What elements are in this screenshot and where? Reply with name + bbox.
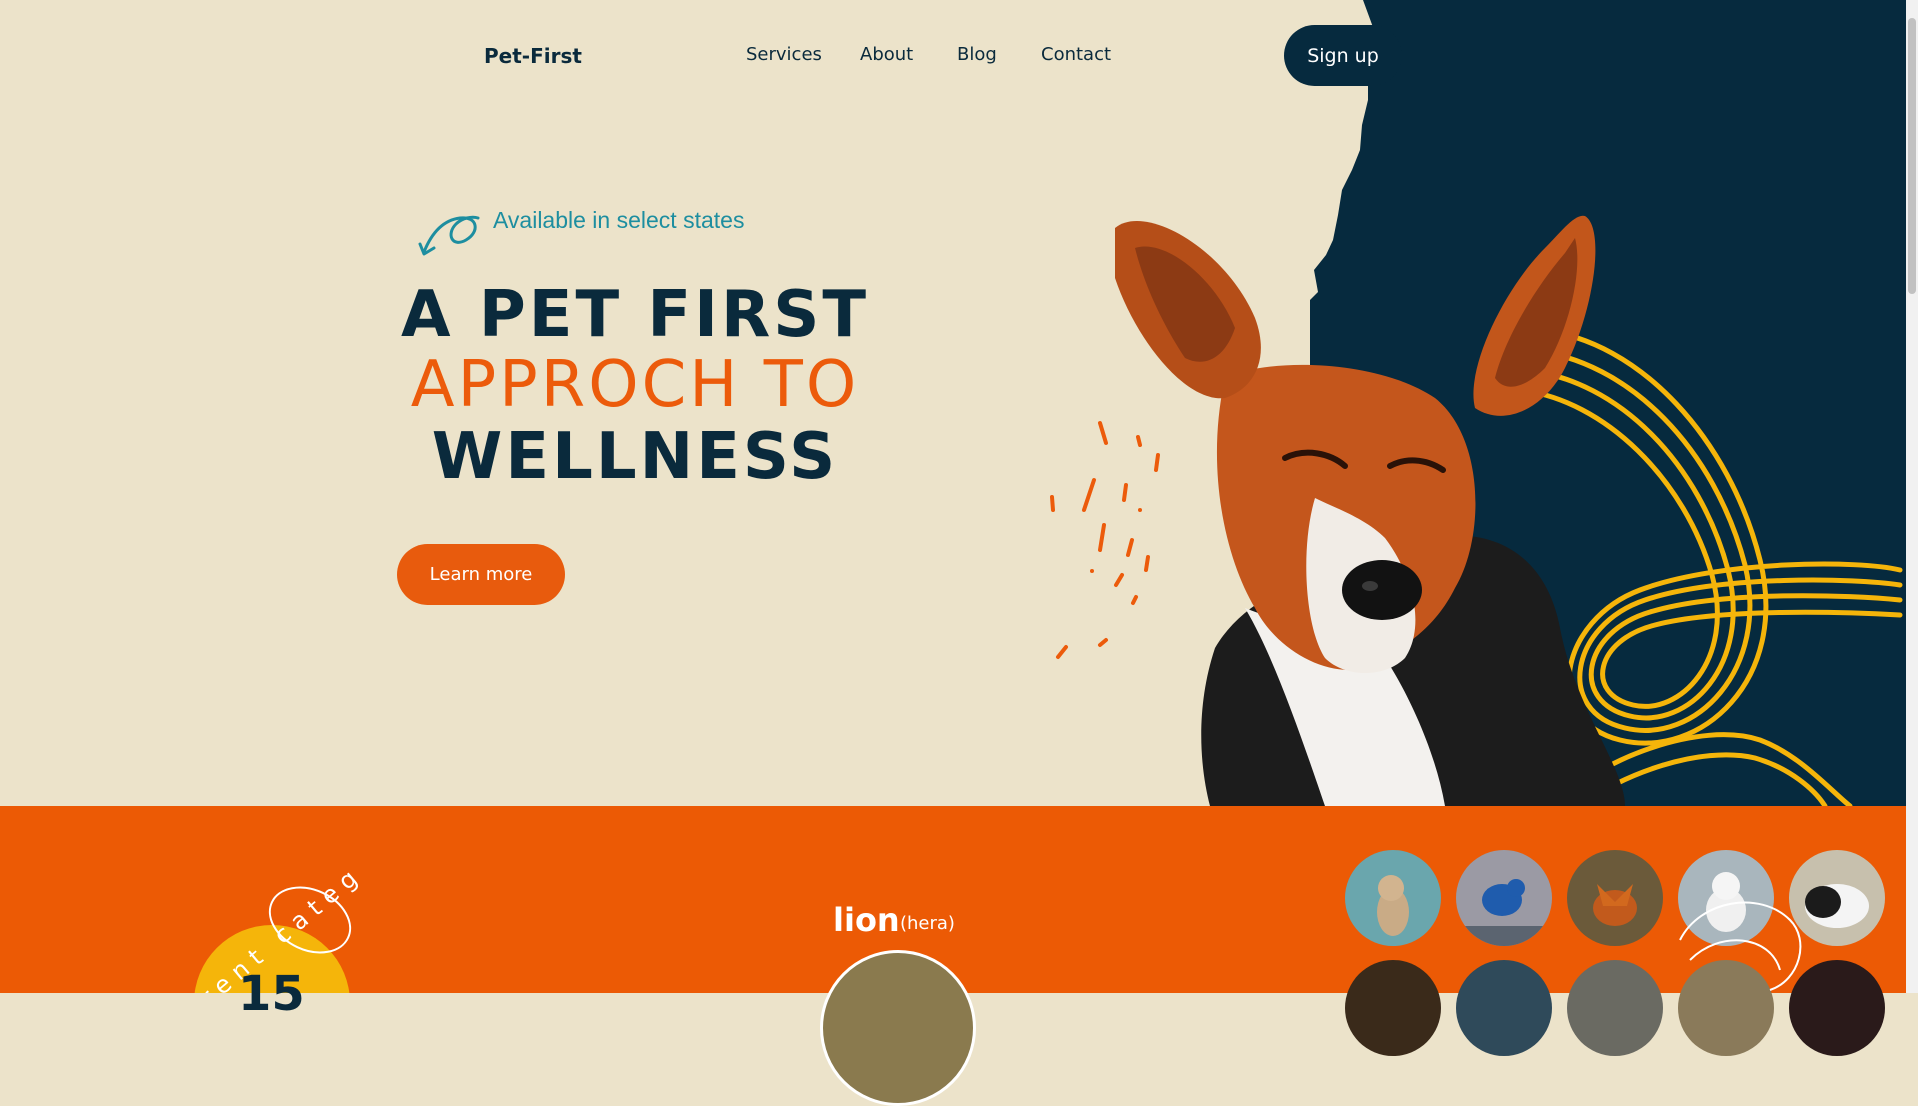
- sign-up-button[interactable]: Sign up: [1284, 25, 1402, 86]
- hero-heading-line-1: A PET FIRST: [401, 278, 869, 352]
- pet-circle-row2-1[interactable]: [1345, 960, 1441, 1056]
- nav-link-blog[interactable]: Blog: [957, 44, 997, 65]
- curved-arrow-icon: [418, 215, 480, 256]
- dog-hero-image: [1115, 215, 1625, 806]
- scrollbar-thumb[interactable]: [1908, 18, 1916, 294]
- featured-pet-subtitle: (hera): [900, 913, 955, 934]
- featured-pet-photo[interactable]: [820, 950, 976, 1106]
- hero-heading-line-2: APPROCH TO: [410, 348, 860, 422]
- pet-circle-fox[interactable]: [1567, 850, 1663, 946]
- white-doodle: [1679, 901, 1802, 991]
- learn-more-button[interactable]: Learn more: [397, 544, 565, 605]
- featured-pet-name: lion: [833, 901, 900, 939]
- page-scrollbar[interactable]: [1906, 0, 1918, 993]
- nav-link-services[interactable]: Services: [746, 44, 822, 65]
- brand-logo[interactable]: Pet-First: [484, 44, 582, 68]
- pet-circle-bird[interactable]: [1456, 850, 1552, 946]
- nav-link-contact[interactable]: Contact: [1041, 44, 1111, 65]
- nav-link-about[interactable]: About: [860, 44, 913, 65]
- pet-circle-row2-3[interactable]: [1567, 960, 1663, 1056]
- availability-tagline: Available in select states: [493, 207, 745, 233]
- pet-circle-row2-2[interactable]: [1456, 960, 1552, 1056]
- hero-heading-line-3: WELLNESS: [431, 420, 839, 494]
- pet-circle-cat[interactable]: [1345, 850, 1441, 946]
- badge-count: 15: [238, 966, 305, 1022]
